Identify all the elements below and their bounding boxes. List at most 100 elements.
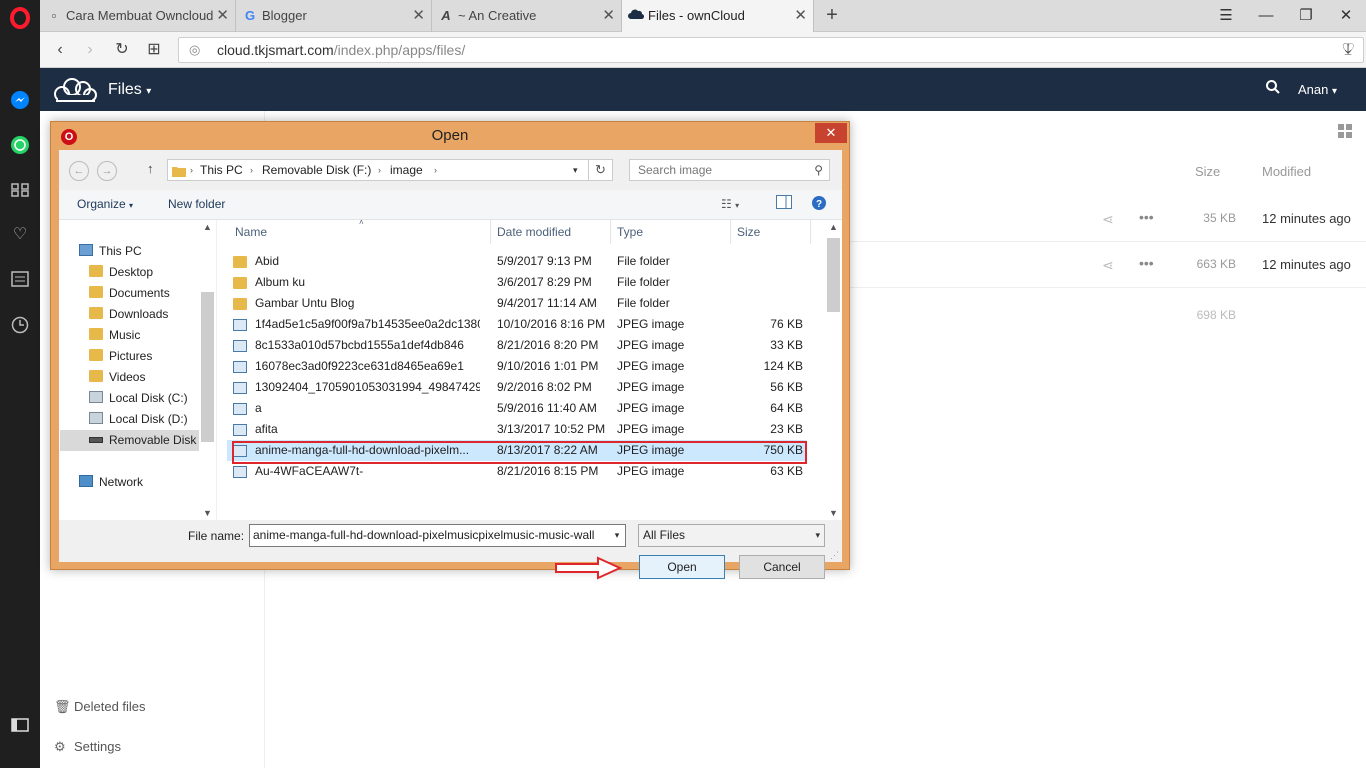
column-header-name[interactable]: Name [229,220,491,244]
search-icon[interactable] [1266,80,1280,99]
url-field[interactable]: ◎ cloud.tkjsmart.com/index.php/apps/file… [178,37,1364,63]
open-button[interactable]: Open [639,555,725,579]
close-icon[interactable]: ✕ [794,0,807,32]
dialog-close-button[interactable]: ✕ [815,123,847,143]
more-actions-icon[interactable]: ••• [1139,255,1154,271]
user-menu-button[interactable]: Anan ▾ [1298,68,1337,113]
list-item[interactable]: 13092404_1705901053031994_498474292_n 9/… [227,377,807,398]
column-header-date[interactable]: Date modified [491,220,611,244]
owncloud-logo-icon[interactable] [52,77,98,103]
restore-button[interactable]: ❐ [1286,0,1326,32]
column-header-modified[interactable]: Modified [1262,164,1311,179]
list-item[interactable]: a 5/9/2016 11:40 AM JPEG image 64 KB [227,398,807,419]
tree-item-local-disk-d[interactable]: Local Disk (D:) [89,409,188,430]
close-icon[interactable]: ✕ [216,0,229,32]
file-modified: 12 minutes ago [1262,257,1351,272]
minimize-button[interactable]: — [1246,0,1286,32]
tab-an-creative[interactable]: A ~ An Creative ✕ [432,0,622,32]
tree-item-downloads[interactable]: Downloads [89,304,168,325]
resize-grip-icon[interactable]: ⋰ [830,550,840,560]
app-menu-button[interactable]: Files ▾ [108,68,151,113]
tree-item-videos[interactable]: Videos [89,367,145,388]
organize-label: Organize [77,197,126,211]
address-breadcrumb[interactable]: › This PC › Removable Disk (F:) › image … [167,159,589,181]
heart-bookmarks-icon[interactable]: ♡ [8,222,32,246]
forward-icon[interactable]: › [78,38,102,62]
preview-pane-icon[interactable] [776,195,792,212]
file-name-field[interactable]: anime-manga-full-hd-download-pixelmusicp… [249,524,626,547]
tab-cara-membuat-owncloud[interactable]: ▫ Cara Membuat Owncloud ✕ [40,0,236,32]
chevron-down-icon[interactable]: ▾ [609,525,625,546]
scroll-thumb[interactable] [827,238,840,312]
tab-title: Blogger [262,8,307,23]
scroll-up-icon[interactable]: ▲ [829,222,838,232]
list-item[interactable]: Abid 5/9/2017 9:13 PM File folder [227,251,807,272]
share-icon[interactable]: ⋖ [1102,211,1114,228]
organize-button[interactable]: Organize ▾ [77,197,133,211]
help-icon[interactable]: ? [811,195,827,214]
whatsapp-icon[interactable] [8,133,32,157]
scroll-up-icon[interactable]: ▲ [203,222,212,232]
column-header-type[interactable]: Type [611,220,731,244]
nav-settings[interactable]: ⚙ Settings [54,739,121,755]
back-icon[interactable]: ‹ [48,38,72,62]
forward-arrow-icon[interactable]: → [97,161,117,181]
list-item[interactable]: afita 3/13/2017 10:52 PM JPEG image 23 K… [227,419,807,440]
tree-item-documents[interactable]: Documents [89,283,170,304]
close-icon[interactable]: ✕ [602,0,615,32]
breadcrumb-image[interactable]: image [390,160,423,180]
close-window-button[interactable]: ✕ [1326,0,1366,32]
file-name: Abid [255,254,280,268]
tab-menu-icon[interactable]: ☰ [1206,0,1246,32]
column-header-size[interactable]: Size [1195,164,1220,179]
file-type-value: All Files [643,528,686,542]
opera-logo-icon[interactable] [8,6,32,30]
tree-item-music[interactable]: Music [89,325,140,346]
share-icon[interactable]: ⋖ [1102,257,1114,274]
up-arrow-icon[interactable]: ↑ [147,161,154,176]
chevron-down-icon[interactable]: ▾ [573,160,578,180]
history-icon[interactable] [8,313,32,337]
download-icon[interactable]: ⤓ [1336,38,1360,62]
breadcrumb-this-pc[interactable]: This PC [200,160,243,180]
tree-item-desktop[interactable]: Desktop [89,262,153,283]
tree-item-pictures[interactable]: Pictures [89,346,152,367]
tab-blogger[interactable]: G Blogger ✕ [236,0,432,32]
speed-dial-icon[interactable] [8,178,32,202]
view-toggle-grid-icon[interactable] [1338,124,1352,141]
scroll-thumb[interactable] [201,292,214,442]
tree-item-network[interactable]: Network [79,472,143,493]
cancel-button[interactable]: Cancel [739,555,825,579]
list-item[interactable]: Au-4WFaCEAAW7t- 8/21/2016 8:15 PM JPEG i… [227,461,807,482]
list-item[interactable]: Album ku 3/6/2017 8:29 PM File folder [227,272,807,293]
scroll-down-icon[interactable]: ▼ [203,508,212,518]
scroll-down-icon[interactable]: ▼ [829,508,838,518]
messenger-icon[interactable] [8,88,32,112]
tree-item-local-disk-c[interactable]: Local Disk (C:) [89,388,188,409]
back-arrow-icon[interactable]: ← [69,161,89,181]
new-folder-button[interactable]: New folder [168,197,225,211]
more-actions-icon[interactable]: ••• [1139,209,1154,225]
list-item[interactable]: 8c1533a010d57bcbd1555a1def4db846 8/21/20… [227,335,807,356]
news-icon[interactable] [8,267,32,291]
tabs-grid-icon[interactable]: ⊞ [142,38,166,62]
tree-item-this-pc[interactable]: This PC [79,241,142,262]
tree-item-removable-disk[interactable]: Removable Disk ( [89,430,204,451]
sidebar-toggle-icon[interactable] [8,713,32,737]
column-header-size[interactable]: Size [731,220,811,244]
tab-files-owncloud[interactable]: Files - ownCloud ✕ [622,0,814,32]
reload-icon[interactable]: ↻ [110,38,134,62]
file-type-select[interactable]: All Files ▾ [638,524,825,547]
search-input[interactable]: Search image ⚲ [629,159,830,181]
new-tab-button[interactable]: + [820,4,844,28]
close-icon[interactable]: ✕ [412,0,425,32]
tree-scrollbar[interactable]: ▲ ▼ [199,220,216,520]
list-item[interactable]: Gambar Untu Blog 9/4/2017 11:14 AM File … [227,293,807,314]
refresh-icon[interactable]: ↻ [589,159,613,181]
nav-deleted-files[interactable]: 🗑 Deleted files [54,699,146,715]
breadcrumb-removable-disk[interactable]: Removable Disk (F:) [262,160,371,180]
view-options-icon[interactable]: ☷ ▾ [721,197,739,211]
list-item[interactable]: 1f4ad5e1c5a9f00f9a7b14535ee0a2dc1380... … [227,314,807,335]
file-list-scrollbar[interactable]: ▲ ▼ [825,220,842,520]
list-item[interactable]: 16078ec3ad0f9223ce631d8465ea69e1 9/10/20… [227,356,807,377]
